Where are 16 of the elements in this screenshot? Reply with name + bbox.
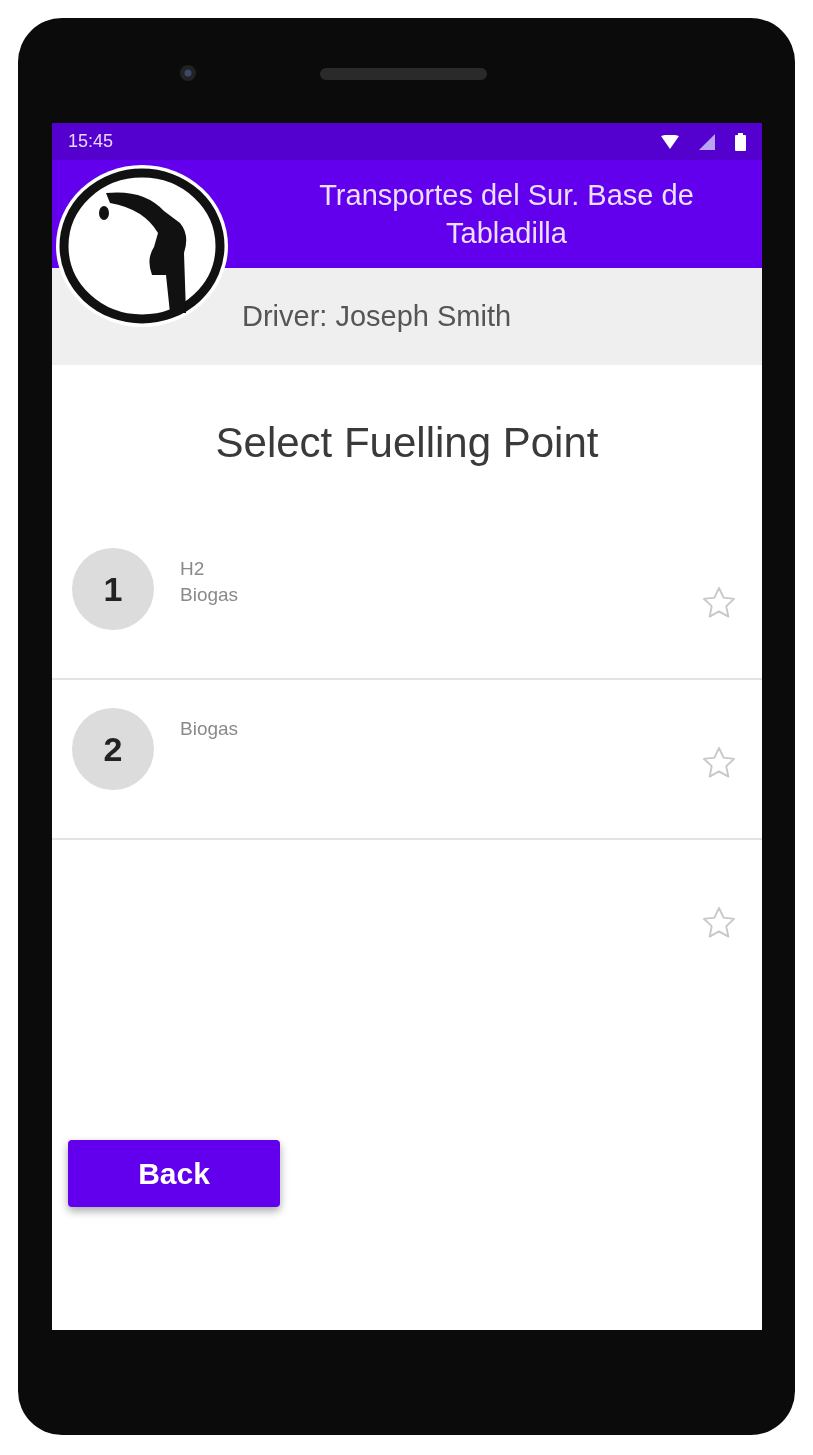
camera-icon <box>179 64 197 82</box>
point-number: 1 <box>72 548 154 630</box>
driver-name: Driver: Joseph Smith <box>242 298 512 334</box>
header-title: Transportes del Sur. Base de Tabladilla <box>318 178 695 251</box>
fuel-type: Biogas <box>180 583 240 607</box>
signal-icon <box>699 133 715 150</box>
fuel-type: Biogas <box>180 717 240 741</box>
back-button[interactable]: Back <box>68 1140 280 1207</box>
page-title: Select Fuelling Point <box>215 418 599 468</box>
battery-icon <box>735 132 746 151</box>
point-number: 2 <box>72 708 154 790</box>
fuelling-point-row[interactable]: 2 Biogas <box>52 680 762 840</box>
wifi-icon <box>661 134 679 149</box>
fuel-type: H2 <box>180 557 206 581</box>
status-time: 15:45 <box>68 130 114 153</box>
fuelling-point-row[interactable]: 1 H2 Biogas <box>52 520 762 680</box>
